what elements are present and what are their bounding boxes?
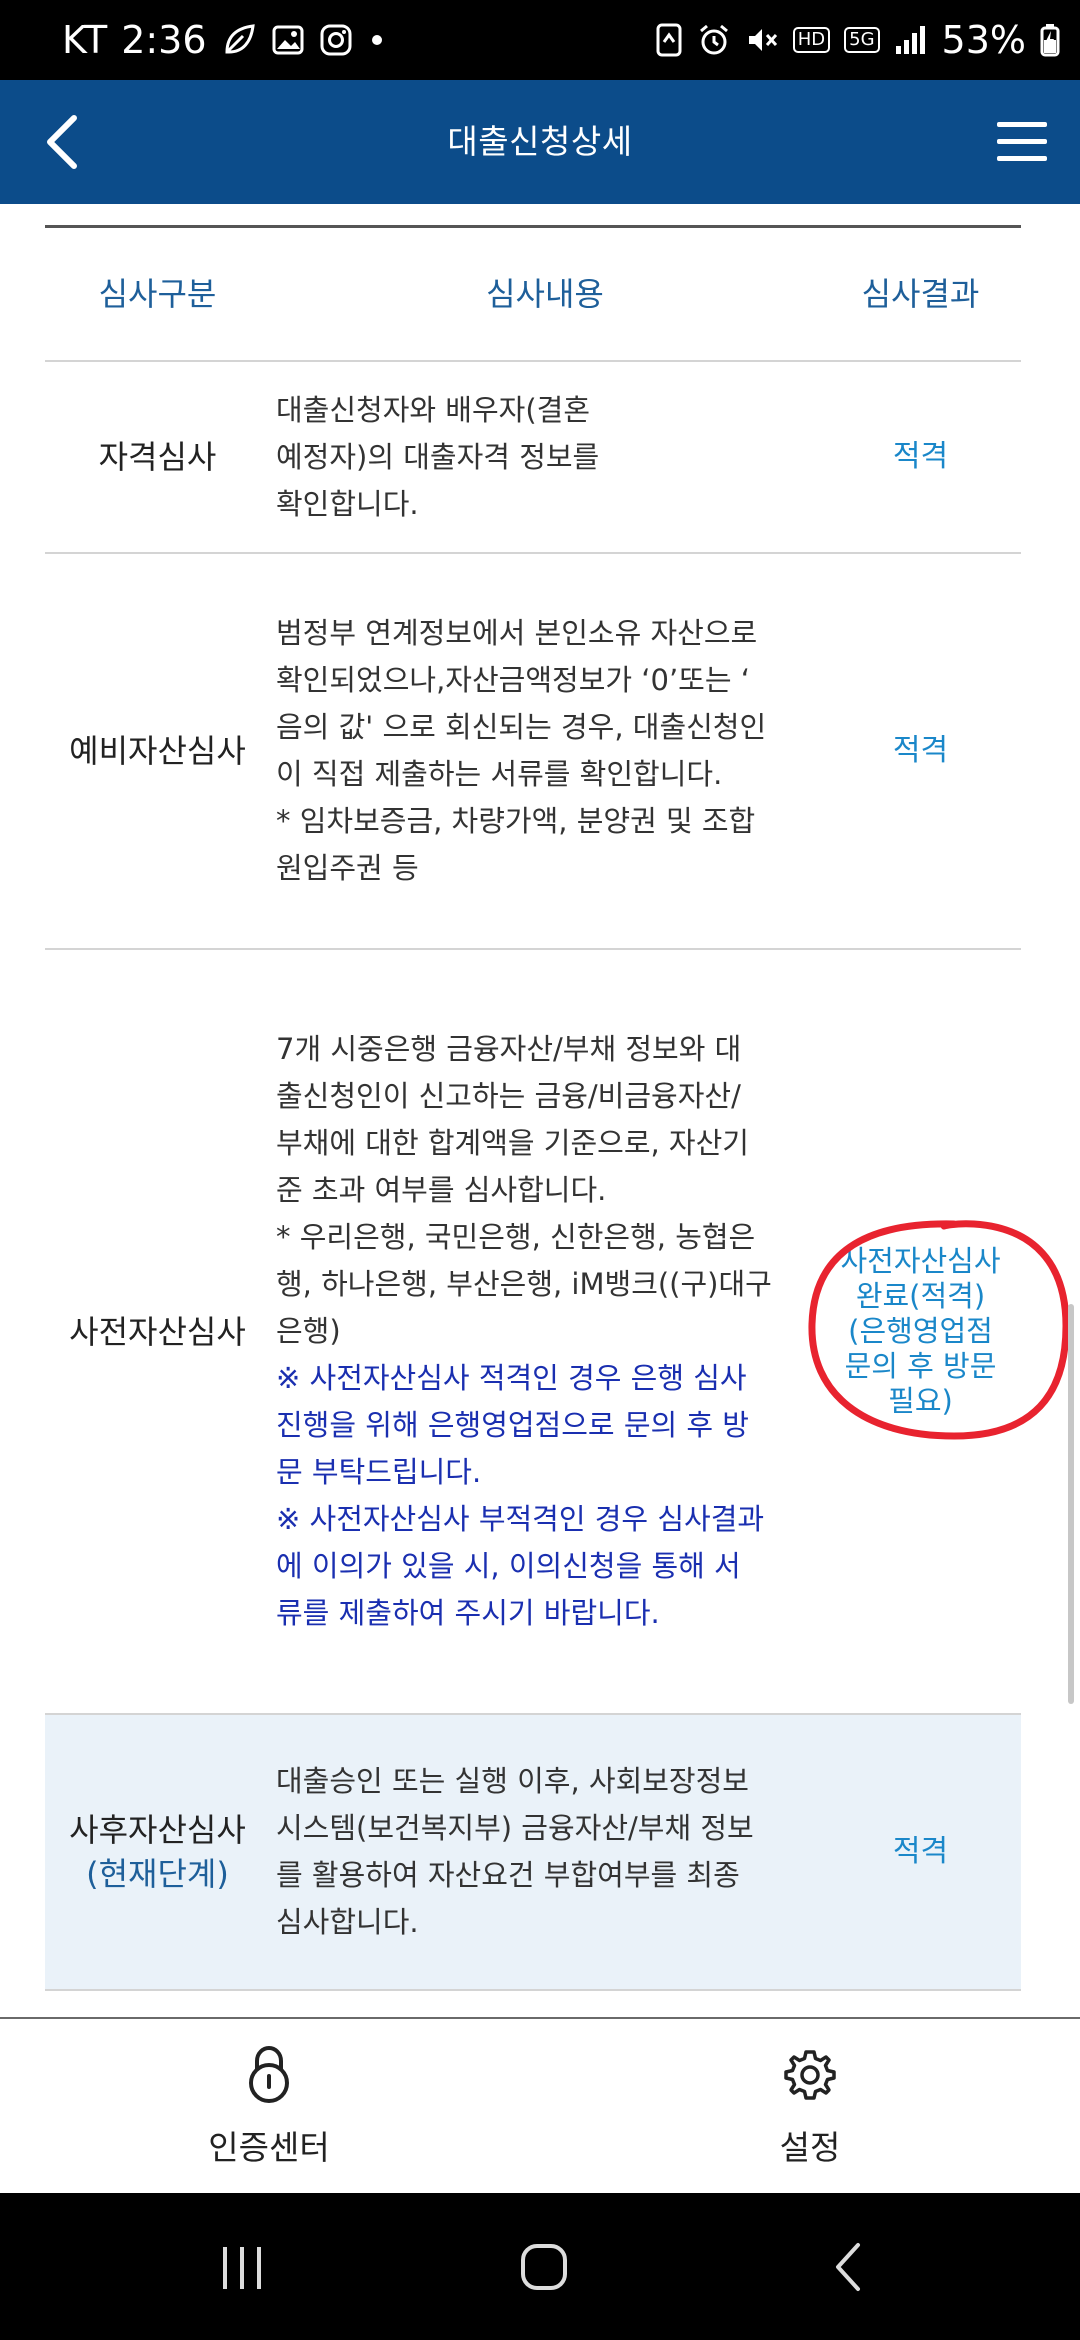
notice-line: 류를 제출하여 주시기 바랍니다. xyxy=(276,1596,660,1630)
table-row-qualification: 자격심사 대출신청자와 배우자(결혼 예정자)의 대출자격 정보를 확인합니다.… xyxy=(45,362,1021,554)
row-content: 대출신청자와 배우자(결혼 예정자)의 대출자격 정보를 확인합니다. xyxy=(270,387,820,528)
content-line: 대출승인 또는 실행 이후, 사회보장정보 xyxy=(276,1764,749,1798)
result-line: 사전자산심사 xyxy=(840,1244,1001,1278)
row-result: 적격 xyxy=(892,1834,949,1869)
content-line: 범정부 연계정보에서 본인소유 자산으로 xyxy=(276,616,758,650)
lock-icon xyxy=(244,2043,294,2107)
row-result: 사전자산심사 완료(적격) (은행영업점 문의 후 방문 필요) xyxy=(820,1244,1021,1419)
gear-icon xyxy=(783,2043,837,2107)
back-icon xyxy=(836,2243,860,2291)
notice-line: 문 부탁드립니다. xyxy=(276,1455,482,1489)
content-line: 부채에 대한 합계액을 기준으로, 자산기 xyxy=(276,1126,749,1160)
mute-icon xyxy=(745,23,779,57)
page-title: 대출신청상세 xyxy=(447,122,633,161)
sync-icon xyxy=(655,22,683,58)
content-line: 원입주권 등 xyxy=(276,851,419,885)
row-content: 7개 시중은행 금융자산/부채 정보와 대 출신청인이 신고하는 금융/비금융자… xyxy=(270,1026,820,1637)
content-line: 이 직접 제출하는 서류를 확인합니다. xyxy=(276,757,723,791)
notice-line: 진행을 위해 은행영업점으로 문의 후 방 xyxy=(276,1408,749,1442)
screen: KT 2:36 HD 5G 53% 대출신청상세 심사구분 심사내용 심사결과 … xyxy=(0,0,1080,2340)
content-line: 출신청인이 신고하는 금융/비금융자산/ xyxy=(276,1079,741,1113)
app-header: 대출신청상세 xyxy=(0,80,1080,204)
table-row-post-asset: 사후자산심사 (현재단계) 대출승인 또는 실행 이후, 사회보장정보 시스템(… xyxy=(45,1715,1021,1991)
current-stage-badge: (현재단계) xyxy=(86,1855,229,1893)
instagram-icon xyxy=(319,23,353,57)
result-line: (은행영업점 xyxy=(848,1314,993,1348)
content-line: 준 초과 여부를 심사합니다. xyxy=(276,1173,607,1207)
network-badge: 5G xyxy=(844,27,880,53)
table-header-row: 심사구분 심사내용 심사결과 xyxy=(45,228,1021,362)
content-line: 대출신청자와 배우자(결혼 xyxy=(276,392,591,427)
carrier-label: KT xyxy=(62,18,108,62)
menu-button[interactable] xyxy=(982,102,1062,182)
home-button[interactable] xyxy=(504,2231,584,2303)
content-line: * 우리은행, 국민은행, 신한은행, 농협은 xyxy=(276,1220,756,1254)
scrollbar-thumb[interactable] xyxy=(1068,1304,1074,1704)
row-type-label: 사전자산심사 xyxy=(69,1312,246,1351)
battery-charging-icon xyxy=(1040,23,1060,57)
notification-dot-icon xyxy=(367,30,387,50)
notice-line: ※ 사전자산심사 적격인 경우 은행 심사 xyxy=(276,1361,747,1395)
content-line: 예정자)의 대출자격 정보를 xyxy=(276,439,600,474)
content-line: 확인되었으나,자산금액정보가 ‘0’또는 ‘ xyxy=(276,663,750,697)
content-line: 7개 시중은행 금융자산/부채 정보와 대 xyxy=(276,1032,742,1066)
status-right: HD 5G 53% xyxy=(655,18,1060,62)
hd-badge: HD xyxy=(792,27,831,53)
row-type-label: 사후자산심사 (현재단계) xyxy=(45,1808,270,1896)
nav-item-settings[interactable]: 설정 xyxy=(680,2043,940,2173)
content-line: 심사합니다. xyxy=(276,1905,419,1939)
column-header-type: 심사구분 xyxy=(98,275,217,313)
result-line: 문의 후 방문 xyxy=(844,1349,997,1383)
back-nav-button[interactable] xyxy=(808,2231,888,2303)
row-result: 적격 xyxy=(892,733,949,768)
content-line: 은행) xyxy=(276,1314,341,1348)
notice-line: ※ 사전자산심사 부적격인 경우 심사결과 xyxy=(276,1502,765,1536)
recent-apps-button[interactable] xyxy=(203,2231,283,2303)
home-icon xyxy=(521,2244,567,2290)
review-table: 심사구분 심사내용 심사결과 자격심사 대출신청자와 배우자(결혼 예정자)의 … xyxy=(45,225,1021,1991)
status-left: KT 2:36 xyxy=(62,18,387,62)
hamburger-menu-icon xyxy=(997,122,1047,161)
signal-icon xyxy=(894,24,928,56)
battery-percent: 53% xyxy=(941,18,1026,62)
content-area[interactable]: 심사구분 심사내용 심사결과 자격심사 대출신청자와 배우자(결혼 예정자)의 … xyxy=(0,204,1080,2017)
nav-label: 인증센터 xyxy=(208,2128,330,2167)
recent-apps-icon xyxy=(223,2247,261,2289)
content-line: * 임차보증금, 차량가액, 분양권 및 조합 xyxy=(276,804,756,838)
row-content: 대출승인 또는 실행 이후, 사회보장정보 시스템(보건복지부) 금융자산/부채… xyxy=(270,1758,820,1946)
status-bar: KT 2:36 HD 5G 53% xyxy=(0,0,1080,80)
column-header-result: 심사결과 xyxy=(861,275,980,313)
notice-line: 에 이의가 있을 시, 이의신청을 통해 서 xyxy=(276,1549,741,1583)
system-nav-bar xyxy=(0,2193,1080,2340)
nav-label: 설정 xyxy=(779,2128,841,2167)
leaf-icon xyxy=(221,22,257,58)
table-row-pre-asset: 사전자산심사 7개 시중은행 금융자산/부채 정보와 대 출신청인이 신고하는 … xyxy=(45,950,1021,1715)
content-line: 확인합니다. xyxy=(276,486,419,521)
nav-item-auth-center[interactable]: 인증센터 xyxy=(139,2043,399,2173)
column-header-content: 심사내용 xyxy=(486,274,604,313)
result-line: 완료(적격) xyxy=(855,1279,986,1313)
table-row-preliminary-asset: 예비자산심사 범정부 연계정보에서 본인소유 자산으로 확인되었으나,자산금액정… xyxy=(45,554,1021,950)
row-content: 범정부 연계정보에서 본인소유 자산으로 확인되었으나,자산금액정보가 ‘0’또… xyxy=(270,610,820,892)
row-type-label: 예비자산심사 xyxy=(69,732,246,770)
row-type-text: 사후자산심사 xyxy=(69,1811,246,1849)
gallery-icon xyxy=(271,23,305,57)
bottom-nav: 인증센터 설정 xyxy=(0,2017,1080,2195)
content-line: 를 활용하여 자산요건 부합여부를 최종 xyxy=(276,1858,740,1892)
clock: 2:36 xyxy=(121,18,207,62)
result-line: 필요) xyxy=(888,1384,953,1418)
content-line: 음의 값' 으로 회신되는 경우, 대출신청인 xyxy=(276,710,767,744)
row-type-label: 자격심사 xyxy=(98,438,217,476)
content-line: 행, 하나은행, 부산은행, iM뱅크((구)대구 xyxy=(276,1267,772,1301)
alarm-icon xyxy=(697,23,731,57)
content-line: 시스템(보건복지부) 금융자산/부채 정보 xyxy=(276,1811,754,1845)
row-result: 적격 xyxy=(892,439,949,474)
